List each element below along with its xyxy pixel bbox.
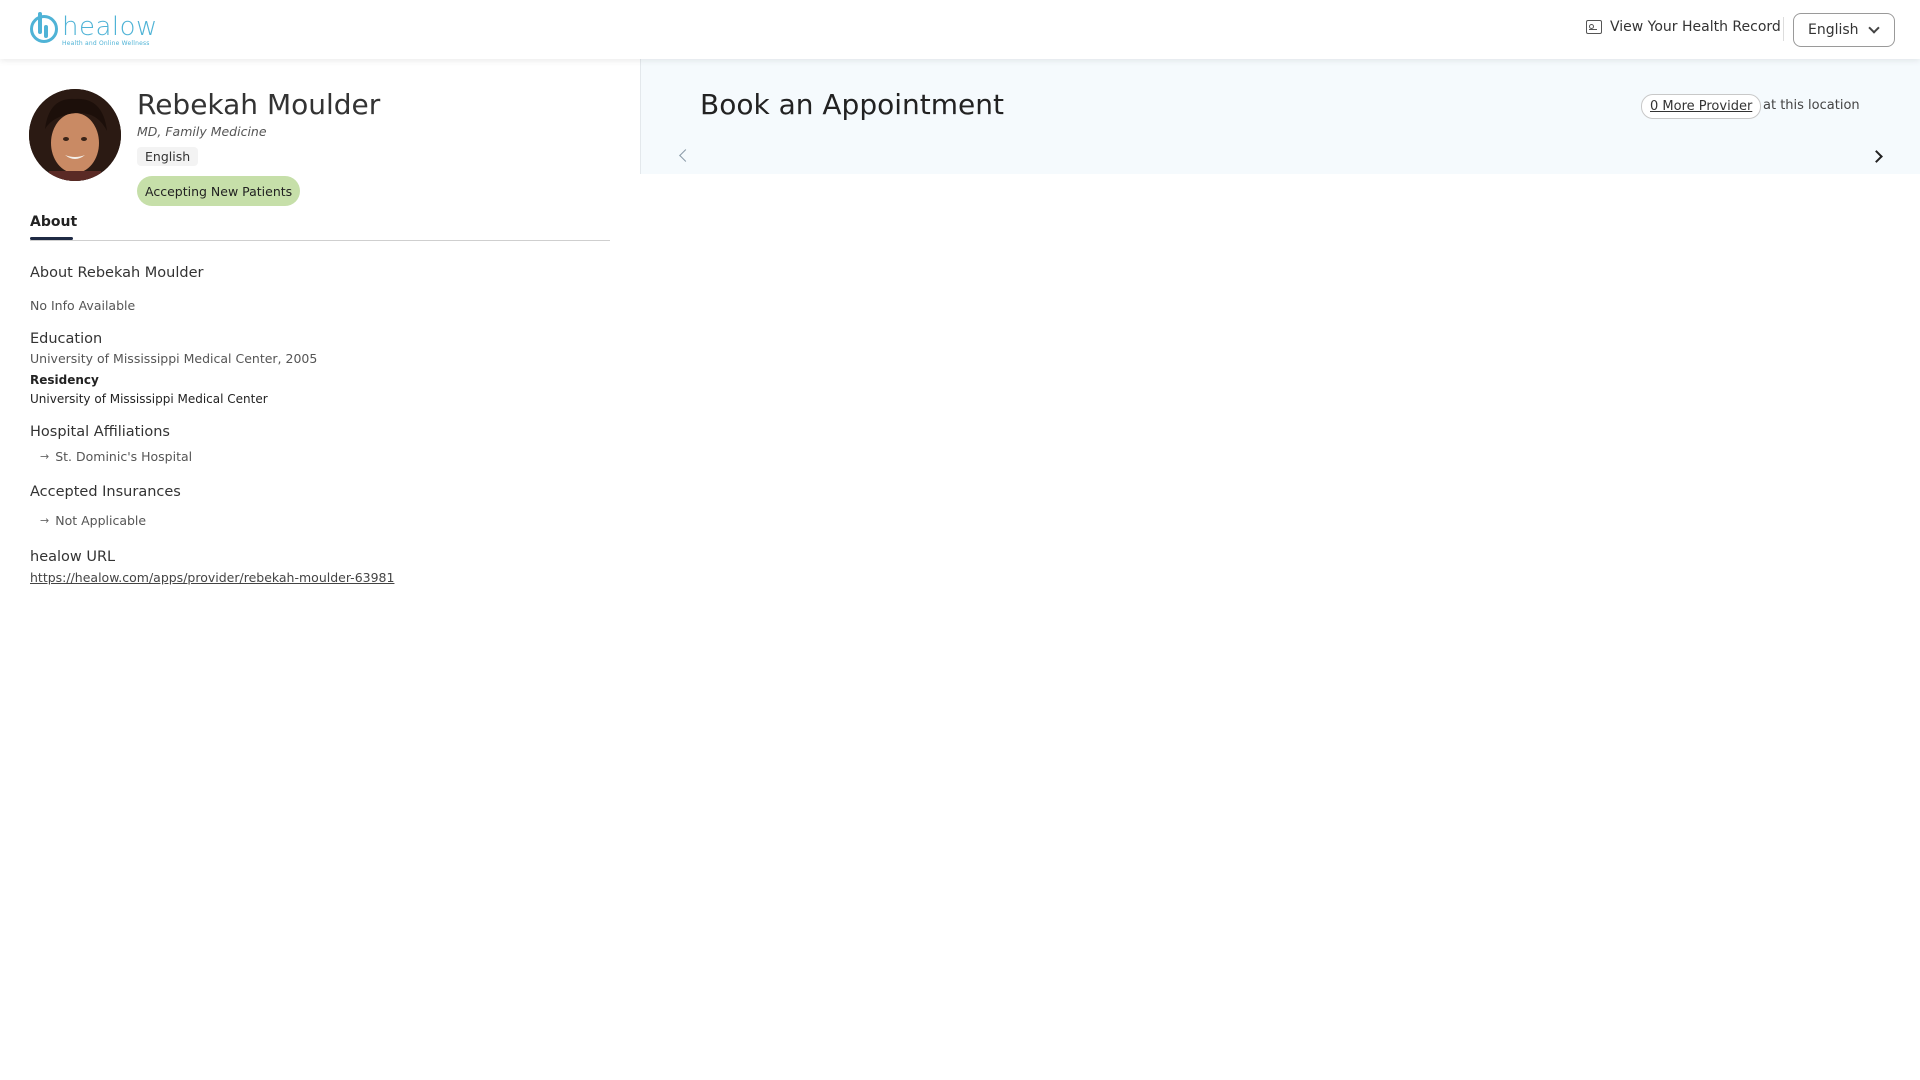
hospital-name: St. Dominic's Hospital — [55, 449, 193, 464]
insurance-name: Not Applicable — [55, 513, 147, 528]
healow-logo[interactable]: healow Health and Online Wellness — [30, 12, 158, 47]
about-title: About Rebekah Moulder — [30, 265, 204, 281]
residency-text: University of Mississippi Medical Center — [30, 392, 268, 406]
logo-wordmark: healow — [62, 12, 158, 42]
arrow-right-icon: → — [40, 514, 50, 527]
language-select-value: English — [1808, 22, 1859, 38]
more-provider-button[interactable]: 0 More Provider — [1641, 94, 1762, 119]
view-health-record-label: View Your Health Record — [1610, 19, 1781, 35]
provider-avatar — [29, 89, 121, 181]
top-header: healow Health and Online Wellness View Y… — [0, 0, 1920, 59]
header-divider — [1783, 17, 1784, 41]
provider-language-chip: English — [137, 147, 199, 166]
provider-specialty: MD, Family Medicine — [137, 124, 267, 139]
education-text: University of Mississippi Medical Center… — [30, 351, 318, 366]
book-appointment-title: Book an Appointment — [700, 88, 1004, 121]
language-select[interactable]: English — [1793, 13, 1895, 47]
accepting-new-patients-badge: Accepting New Patients — [137, 176, 301, 206]
arrow-right-icon: → — [40, 450, 50, 463]
provider-profile-panel: Rebekah Moulder MD, Family Medicine Engl… — [0, 59, 640, 1080]
at-location-text: at this location — [1763, 98, 1860, 113]
provider-name: Rebekah Moulder — [137, 88, 381, 121]
active-tab-indicator — [30, 237, 73, 240]
logo-tagline: Health and Online Wellness — [62, 40, 150, 47]
chevron-down-icon — [1868, 22, 1880, 34]
education-title: Education — [30, 331, 103, 347]
health-record-icon — [1586, 20, 1602, 34]
tab-bar-divider — [30, 240, 610, 241]
accepted-insurances-title: Accepted Insurances — [30, 484, 181, 500]
hospital-list-item: → St. Dominic's Hospital — [40, 449, 192, 464]
logo-text: healow Health and Online Wellness — [62, 14, 158, 47]
healow-url-link[interactable]: https://healow.com/apps/provider/rebekah… — [30, 570, 394, 585]
healow-logo-mark — [30, 12, 58, 43]
insurance-list-item: → Not Applicable — [40, 513, 146, 528]
hospital-affiliations-title: Hospital Affiliations — [30, 424, 170, 440]
healow-url-title: healow URL — [30, 549, 116, 565]
about-text: No Info Available — [30, 298, 136, 313]
view-health-record-link[interactable]: View Your Health Record — [1586, 19, 1781, 35]
residency-label: Residency — [30, 373, 99, 387]
